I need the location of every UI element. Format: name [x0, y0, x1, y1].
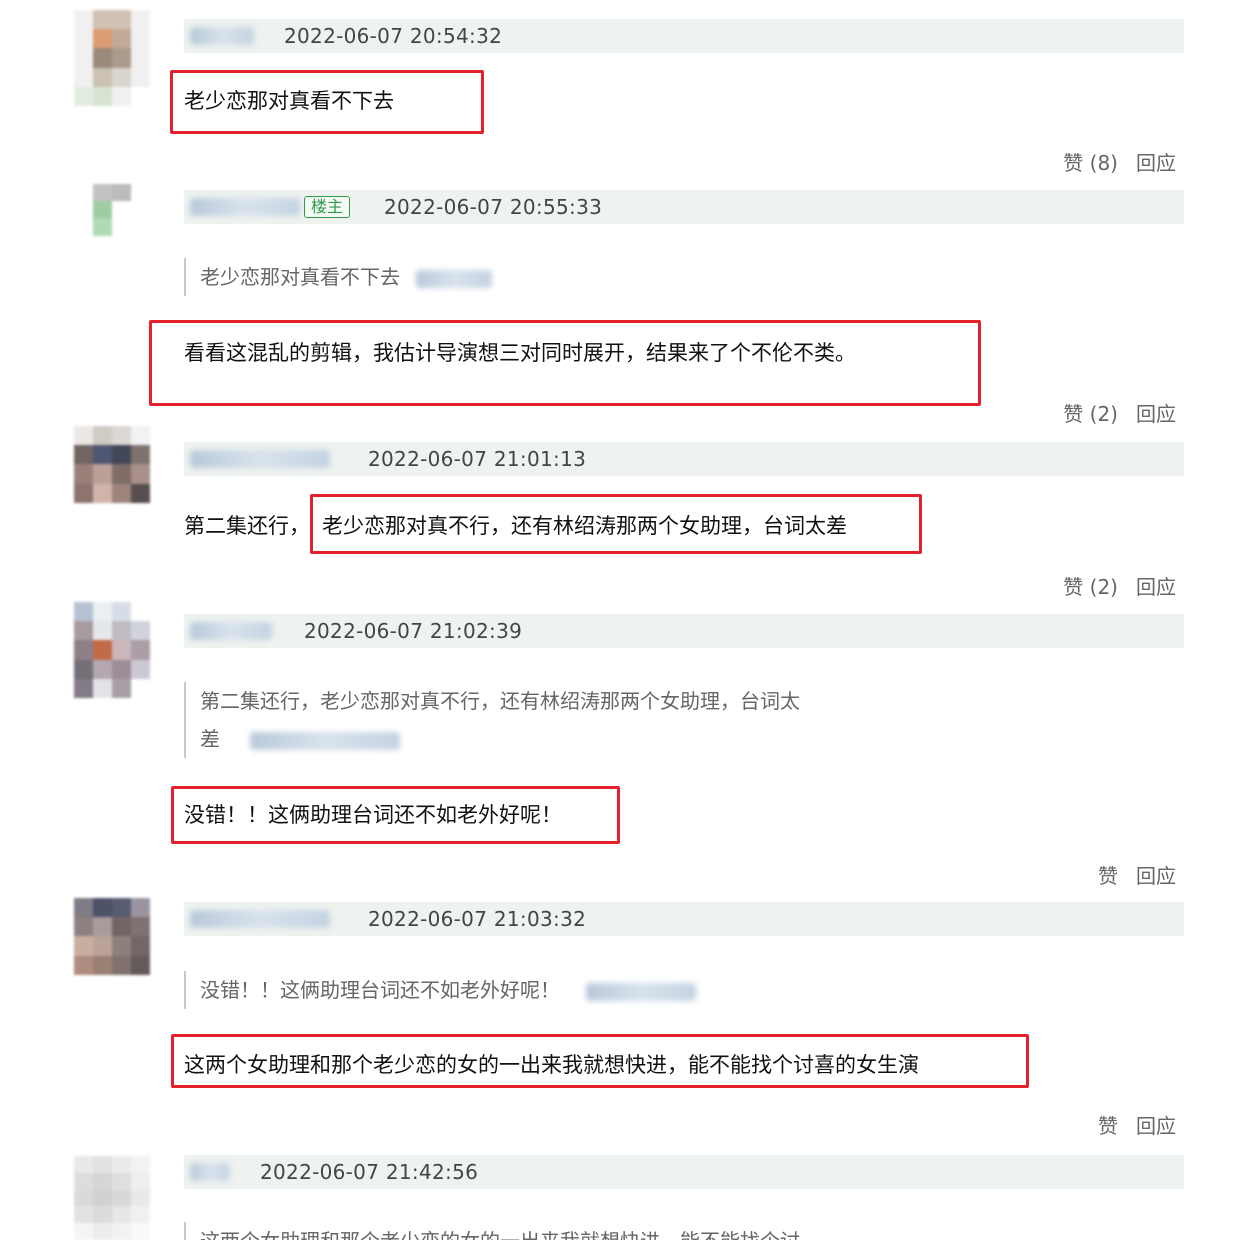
- comment-text-prefix: 第二集还行，: [184, 514, 310, 538]
- avatar[interactable]: [74, 426, 150, 522]
- quote-text: 没错！！这俩助理台词还不如老外好呢！: [200, 978, 560, 1002]
- quoted-comment: 没错！！这俩助理台词还不如老外好呢！: [184, 971, 696, 1009]
- like-button[interactable]: 赞: [1098, 860, 1118, 889]
- comment-actions: 赞 (2) 回应: [1063, 398, 1176, 427]
- quote-text: 第二集还行，老少恋那对真不行，还有林绍涛那两个女助理，台词太: [200, 689, 800, 713]
- like-label: 赞: [1063, 575, 1084, 599]
- quote-text-cont: 差: [200, 727, 220, 751]
- reply-button[interactable]: 回应: [1136, 147, 1176, 176]
- comment-header: 楼主 2022-06-07 20:55:33: [184, 190, 1184, 224]
- comment-header: 2022-06-07 21:02:39: [184, 614, 1184, 648]
- avatar[interactable]: [74, 1156, 150, 1240]
- quote-author[interactable]: [416, 269, 492, 288]
- comment-actions: 赞 (2) 回应: [1063, 571, 1176, 600]
- comment-text: 老少恋那对真不行，还有林绍涛那两个女助理，台词太差: [322, 514, 847, 538]
- quoted-comment: 第二集还行，老少恋那对真不行，还有林绍涛那两个女助理，台词太 差: [184, 682, 800, 758]
- username[interactable]: [190, 450, 330, 468]
- comment-header: 2022-06-07 21:03:32: [184, 902, 1184, 936]
- username[interactable]: [190, 1163, 230, 1181]
- like-button[interactable]: 赞 (2): [1063, 571, 1118, 600]
- timestamp: 2022-06-07 21:03:32: [368, 907, 587, 931]
- avatar[interactable]: [74, 602, 150, 698]
- comment-header: 2022-06-07 21:01:13: [184, 442, 1184, 476]
- comment-actions: 赞 回应: [1098, 860, 1176, 889]
- timestamp: 2022-06-07 20:54:32: [284, 24, 503, 48]
- timestamp: 2022-06-07 21:42:56: [260, 1160, 479, 1184]
- quoted-comment: 这两个女助理和那个老少恋的女的一出来我就想快进，能不能找个讨: [184, 1222, 800, 1240]
- avatar[interactable]: [74, 184, 150, 270]
- comment-actions: 赞 回应: [1098, 1110, 1176, 1139]
- comment-text: 看看这混乱的剪辑，我估计导演想三对同时展开，结果来了个不伦不类。: [184, 341, 856, 365]
- timestamp: 2022-06-07 20:55:33: [384, 195, 603, 219]
- quote-text: 这两个女助理和那个老少恋的女的一出来我就想快进，能不能找个讨: [200, 1229, 800, 1240]
- comment-text: 老少恋那对真看不下去: [184, 89, 394, 113]
- username[interactable]: [190, 910, 330, 928]
- username[interactable]: [190, 198, 300, 216]
- like-label: 赞: [1063, 402, 1084, 426]
- owner-badge: 楼主: [304, 196, 351, 218]
- like-count: (2): [1089, 402, 1118, 426]
- quote-author[interactable]: [250, 731, 400, 750]
- like-button[interactable]: 赞: [1098, 1110, 1118, 1139]
- reply-button[interactable]: 回应: [1136, 571, 1176, 600]
- timestamp: 2022-06-07 21:01:13: [368, 447, 587, 471]
- like-button[interactable]: 赞 (2): [1063, 398, 1118, 427]
- quote-author[interactable]: [586, 982, 696, 1001]
- avatar[interactable]: [74, 898, 150, 994]
- like-button[interactable]: 赞 (8): [1063, 147, 1118, 176]
- like-label: 赞: [1063, 151, 1084, 175]
- like-count: (8): [1089, 151, 1118, 175]
- avatar[interactable]: [74, 10, 150, 106]
- comment-header: 2022-06-07 20:54:32: [184, 19, 1184, 53]
- username[interactable]: [190, 27, 254, 45]
- like-count: (2): [1089, 575, 1118, 599]
- comment-text: 这两个女助理和那个老少恋的女的一出来我就想快进，能不能找个讨喜的女生演: [184, 1053, 919, 1077]
- comment-header: 2022-06-07 21:42:56: [184, 1155, 1184, 1189]
- comment-actions: 赞 (8) 回应: [1063, 147, 1176, 176]
- comment-text: 没错！！这俩助理台词还不如老外好呢！: [184, 803, 562, 827]
- reply-button[interactable]: 回应: [1136, 398, 1176, 427]
- reply-button[interactable]: 回应: [1136, 1110, 1176, 1139]
- reply-button[interactable]: 回应: [1136, 860, 1176, 889]
- quoted-comment: 老少恋那对真看不下去: [184, 258, 492, 296]
- quote-text: 老少恋那对真看不下去: [200, 265, 400, 289]
- username[interactable]: [190, 622, 272, 640]
- timestamp: 2022-06-07 21:02:39: [304, 619, 523, 643]
